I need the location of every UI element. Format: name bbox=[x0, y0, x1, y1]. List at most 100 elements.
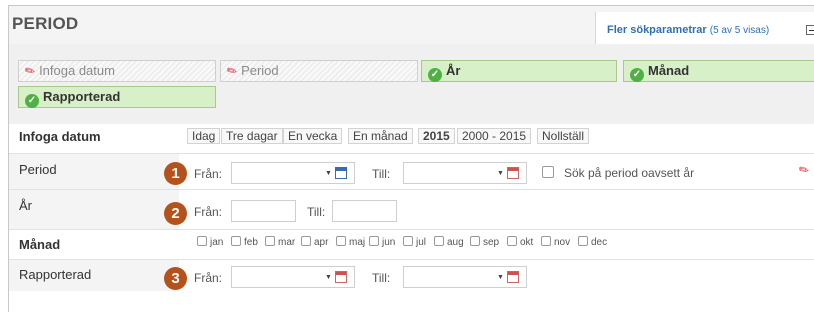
chevron-down-icon[interactable]: ▼ bbox=[325, 170, 332, 177]
month-label: aug bbox=[447, 237, 464, 248]
more-params-box: Fler sökparametrar (5 av 5 visas) bbox=[595, 12, 814, 44]
month-label: feb bbox=[244, 237, 258, 248]
checkbox[interactable] bbox=[197, 236, 207, 246]
chip-period[interactable]: ✎Period bbox=[220, 60, 418, 82]
checkbox-label: Sök på period oavsett år bbox=[564, 166, 695, 180]
quick-tre-dagar[interactable]: Tre dagar bbox=[221, 128, 283, 144]
chip-label: Månad bbox=[648, 63, 690, 78]
month-jan[interactable]: jan bbox=[197, 236, 223, 248]
checkbox[interactable] bbox=[403, 236, 413, 246]
checkbox[interactable] bbox=[301, 236, 311, 246]
check-icon: ✓ bbox=[428, 68, 442, 82]
to-label: Till: bbox=[372, 271, 391, 285]
chip-ar[interactable]: ✓ År bbox=[421, 60, 617, 82]
checkbox[interactable] bbox=[369, 236, 379, 246]
month-jun[interactable]: jun bbox=[369, 236, 395, 248]
period-any-year-option[interactable]: Sök på period oavsett år bbox=[542, 166, 694, 180]
step-badge: 1 bbox=[164, 162, 187, 185]
checkbox[interactable] bbox=[542, 166, 554, 178]
month-jul[interactable]: jul bbox=[403, 236, 426, 248]
month-apr[interactable]: apr bbox=[301, 236, 328, 248]
checkbox[interactable] bbox=[231, 236, 241, 246]
month-label: jul bbox=[416, 237, 427, 248]
month-label: jun bbox=[382, 237, 396, 248]
quick-2015[interactable]: 2015 bbox=[418, 128, 455, 144]
checkbox[interactable] bbox=[507, 236, 517, 246]
row-ar: År 2 Från: Till: bbox=[9, 189, 814, 229]
row-label: Period bbox=[9, 154, 179, 189]
row-label-text: Period bbox=[19, 162, 57, 177]
check-icon: ✓ bbox=[630, 68, 644, 82]
month-feb[interactable]: feb bbox=[231, 236, 258, 248]
year-to-input[interactable] bbox=[332, 200, 397, 222]
row-label-text: Rapporterad bbox=[19, 267, 92, 282]
calendar-icon[interactable] bbox=[507, 271, 519, 283]
period-panel: PERIOD Fler sökparametrar (5 av 5 visas)… bbox=[8, 5, 814, 312]
row-label-text: Infoga datum bbox=[19, 129, 101, 144]
more-params-label[interactable]: Fler sökparametrar bbox=[607, 24, 707, 36]
month-aug[interactable]: aug bbox=[434, 236, 464, 248]
chevron-down-icon[interactable]: ▼ bbox=[497, 170, 504, 177]
panel-header: PERIOD Fler sökparametrar (5 av 5 visas) bbox=[9, 6, 814, 45]
row-rapporterad: Rapporterad 3 Från: ▼ Till: ▼ bbox=[9, 259, 814, 291]
checkbox[interactable] bbox=[336, 236, 346, 246]
row-label: Rapporterad bbox=[9, 260, 179, 291]
step-badge: 2 bbox=[164, 202, 187, 225]
chip-label: Infoga datum bbox=[39, 63, 115, 78]
chip-rapporterad[interactable]: ✓ Rapporterad bbox=[18, 86, 216, 108]
chevron-down-icon[interactable]: ▼ bbox=[325, 274, 332, 281]
year-from-input[interactable] bbox=[231, 200, 296, 222]
calendar-icon[interactable] bbox=[335, 167, 347, 179]
month-label: mar bbox=[278, 237, 296, 248]
month-nov[interactable]: nov bbox=[541, 236, 570, 248]
month-dec[interactable]: dec bbox=[578, 236, 607, 248]
from-label: Från: bbox=[194, 205, 223, 219]
step-badge: 3 bbox=[164, 267, 187, 290]
row-label-text: Månad bbox=[19, 237, 61, 252]
row-period: Period 1 Från: ▼ Till: ▼ Sök på period o… bbox=[9, 153, 814, 189]
month-label: sep bbox=[483, 237, 500, 248]
to-label: Till: bbox=[307, 205, 326, 219]
quick-2000-2015[interactable]: 2000 - 2015 bbox=[457, 128, 532, 144]
row-label: År bbox=[9, 190, 179, 229]
row-label-text: År bbox=[19, 198, 32, 213]
month-label: maj bbox=[349, 237, 366, 248]
month-label: okt bbox=[520, 237, 534, 248]
row-label: Månad bbox=[9, 230, 179, 259]
row-infoga-datum: Infoga datum Idag Tre dagar En vecka En … bbox=[9, 124, 814, 148]
chip-label: Period bbox=[241, 63, 279, 78]
chip-label: År bbox=[446, 63, 461, 78]
checkbox[interactable] bbox=[578, 236, 588, 246]
pin-icon: ✎ bbox=[22, 62, 38, 80]
month-label: nov bbox=[554, 237, 571, 248]
month-mar[interactable]: mar bbox=[265, 236, 295, 248]
month-label: dec bbox=[591, 237, 608, 248]
chip-label: Rapporterad bbox=[43, 89, 121, 104]
page-title: PERIOD bbox=[12, 14, 79, 33]
calendar-icon[interactable] bbox=[335, 271, 347, 283]
checkbox[interactable] bbox=[434, 236, 444, 246]
more-params-link[interactable]: Fler sökparametrar (5 av 5 visas) bbox=[607, 24, 769, 36]
quick-idag[interactable]: Idag bbox=[187, 128, 221, 144]
row-label: Infoga datum bbox=[9, 124, 179, 148]
pin-icon[interactable]: ✎ bbox=[796, 161, 812, 178]
checkbox[interactable] bbox=[470, 236, 480, 246]
pin-icon: ✎ bbox=[224, 62, 240, 80]
quick-nollstall[interactable]: Nollställ bbox=[537, 128, 590, 144]
quick-en-manad[interactable]: En månad bbox=[348, 128, 413, 144]
checkbox[interactable] bbox=[265, 236, 275, 246]
month-sep[interactable]: sep bbox=[470, 236, 499, 248]
to-label: Till: bbox=[372, 167, 391, 181]
chevron-down-icon[interactable]: ▼ bbox=[497, 274, 504, 281]
chip-manad[interactable]: ✓ Månad bbox=[623, 60, 814, 82]
checkbox[interactable] bbox=[541, 236, 551, 246]
month-okt[interactable]: okt bbox=[507, 236, 533, 248]
month-maj[interactable]: maj bbox=[336, 236, 365, 248]
chip-infoga-datum[interactable]: ✎Infoga datum bbox=[18, 60, 216, 82]
quick-en-vecka[interactable]: En vecka bbox=[283, 128, 343, 144]
month-label: apr bbox=[314, 237, 329, 248]
collapse-icon[interactable] bbox=[806, 25, 814, 35]
calendar-icon[interactable] bbox=[507, 167, 519, 179]
check-icon: ✓ bbox=[25, 94, 39, 108]
row-manad: Månad jan feb mar apr maj jun jul aug se… bbox=[9, 229, 814, 259]
